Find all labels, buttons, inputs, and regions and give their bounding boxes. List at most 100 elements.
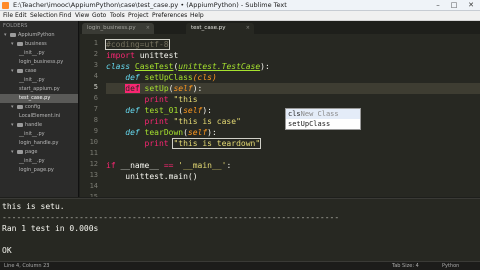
sidebar-file[interactable]: __init__.py	[0, 130, 78, 139]
sidebar-header: FOLDERS	[3, 23, 28, 29]
sidebar-item-label: __init__.py	[19, 50, 45, 56]
code-line: class CaseTest(unittest.TestCase):	[106, 62, 270, 71]
sidebar-item-label: LocalElement.ini	[19, 113, 61, 119]
line-number: 3	[93, 61, 98, 69]
sidebar-folder[interactable]: ▾ handle	[0, 121, 78, 130]
status-bar: Line 4, Column 23 Tab Size: 4 Python	[0, 261, 480, 270]
sidebar-folder[interactable]: ▾ business	[0, 40, 78, 49]
code-line: def setUpClass(cls)	[125, 73, 217, 82]
code-line: print "this is teardown"	[144, 138, 262, 149]
expand-arrow-icon[interactable]: ▾	[11, 104, 14, 110]
menu-bar: File Edit Selection Find View Goto Tools…	[0, 11, 480, 21]
menu-project[interactable]: Project	[128, 12, 149, 19]
line-number: 15	[89, 193, 98, 197]
sidebar-item-label: login_handle.py	[19, 140, 59, 146]
line-number: 14	[89, 182, 98, 190]
expand-arrow-icon[interactable]: ▾	[11, 41, 14, 47]
window-title: E:\Teacher\imooc\AppiumPython\case\test_…	[13, 1, 287, 9]
sidebar-item-label: AppiumPython	[18, 32, 55, 38]
folder-icon	[17, 69, 23, 73]
output-line: Ran 1 test in 0.000s	[2, 224, 99, 233]
sidebar-folder[interactable]: ▾ page	[0, 148, 78, 157]
line-number: 11	[89, 149, 98, 157]
folder-icon	[17, 105, 23, 109]
sidebar-item-label: __init__.py	[19, 158, 45, 164]
tab-bar: login_business.py × test_case.py ×	[80, 21, 480, 34]
line-number-gutter: 1 2 3 4 5 6 7 8 9 10 11 12 13 14 15	[80, 36, 102, 197]
code-line: if __name__ == '__main__':	[106, 161, 232, 170]
sidebar-folder[interactable]: ▾ AppiumPython	[0, 31, 78, 40]
tab-size-indicator[interactable]: Tab Size: 4	[392, 263, 419, 269]
sidebar-folder[interactable]: ▾ config	[0, 103, 78, 112]
code-line: print "this	[144, 95, 198, 104]
line-number: 4	[93, 72, 98, 80]
code-line: import unittest	[106, 51, 179, 60]
syntax-indicator[interactable]: Python	[442, 263, 459, 269]
build-output-panel[interactable]: this is setu. --------------------------…	[0, 198, 480, 261]
tab-close-icon[interactable]: ×	[246, 23, 250, 34]
line-number: 5	[93, 83, 98, 91]
tab-login-business[interactable]: login_business.py ×	[82, 23, 154, 34]
menu-selection[interactable]: Selection	[30, 12, 58, 19]
menu-help[interactable]: Help	[190, 12, 204, 19]
sidebar-file[interactable]: test_case.py	[0, 94, 78, 103]
sidebar-item-label: page	[25, 149, 38, 155]
line-number: 7	[93, 105, 98, 113]
sidebar-file[interactable]: LocalElement.ini	[0, 112, 78, 121]
sidebar-item-label: login_business.py	[19, 59, 64, 65]
sidebar-item-label: handle	[25, 122, 43, 128]
autocomplete-item[interactable]: setUpClass	[286, 119, 360, 129]
tab-label: login_business.py	[87, 25, 136, 31]
close-window-button[interactable]: ✕	[462, 0, 480, 11]
sidebar-file[interactable]: start_appium.py	[0, 85, 78, 94]
line-number: 1	[93, 39, 98, 47]
menu-edit[interactable]: Edit	[15, 12, 27, 19]
folder-icon	[17, 42, 23, 46]
expand-arrow-icon[interactable]: ▾	[11, 122, 14, 128]
menu-goto[interactable]: Goto	[92, 12, 106, 19]
sublime-logo-icon	[2, 2, 9, 9]
output-line: OK	[2, 246, 12, 255]
folder-icon	[17, 123, 23, 127]
sidebar-file[interactable]: login_business.py	[0, 58, 78, 67]
cursor-position: Line 4, Column 23	[4, 263, 50, 269]
output-line: this is setu.	[2, 202, 65, 211]
line-number: 8	[93, 116, 98, 124]
sidebar-file[interactable]: __init__.py	[0, 49, 78, 58]
line-number: 2	[93, 50, 98, 58]
sidebar-file[interactable]: __init__.py	[0, 157, 78, 166]
tab-close-icon[interactable]: ×	[146, 23, 150, 34]
menu-view[interactable]: View	[75, 12, 89, 19]
sidebar-file[interactable]: login_page.py	[0, 166, 78, 175]
line-number: 10	[89, 138, 98, 146]
sidebar-folder[interactable]: ▾ case	[0, 67, 78, 76]
code-line: unittest.main()	[106, 172, 198, 181]
menu-preferences[interactable]: Preferences	[152, 12, 187, 19]
tab-label: test_case.py	[191, 25, 226, 31]
code-line: def test_01(self):	[125, 106, 212, 115]
sidebar-item-label: __init__.py	[19, 131, 45, 137]
menu-find[interactable]: Find	[59, 12, 71, 19]
menu-file[interactable]: File	[3, 12, 13, 19]
expand-arrow-icon[interactable]: ▾	[4, 32, 7, 38]
sidebar: FOLDERS ▾ AppiumPython ▾ business __init__.p…	[0, 21, 79, 197]
autocomplete-popup: clsNew Class setUpClass	[285, 108, 361, 130]
line-number: 6	[93, 94, 98, 102]
sidebar-file[interactable]: __init__.py	[0, 76, 78, 85]
code-line: def tearDown(self):	[125, 128, 217, 137]
menu-tools[interactable]: Tools	[110, 12, 125, 19]
editor-pane: login_business.py × test_case.py × 1 2 3…	[80, 21, 480, 197]
expand-arrow-icon[interactable]: ▾	[11, 149, 14, 155]
output-separator: ----------------------------------------…	[2, 213, 340, 222]
maximize-button[interactable]: □	[446, 0, 462, 11]
sidebar-file[interactable]: login_handle.py	[0, 139, 78, 148]
minimize-button[interactable]: –	[430, 0, 446, 11]
folder-icon	[17, 150, 23, 154]
expand-arrow-icon[interactable]: ▾	[11, 68, 14, 74]
sidebar-item-label: test_case.py	[19, 95, 51, 101]
line-number: 9	[93, 127, 98, 135]
autocomplete-item[interactable]: clsNew Class	[286, 109, 360, 119]
tab-test-case[interactable]: test_case.py ×	[186, 23, 254, 34]
folder-icon	[10, 33, 16, 37]
line-number: 13	[89, 171, 98, 179]
